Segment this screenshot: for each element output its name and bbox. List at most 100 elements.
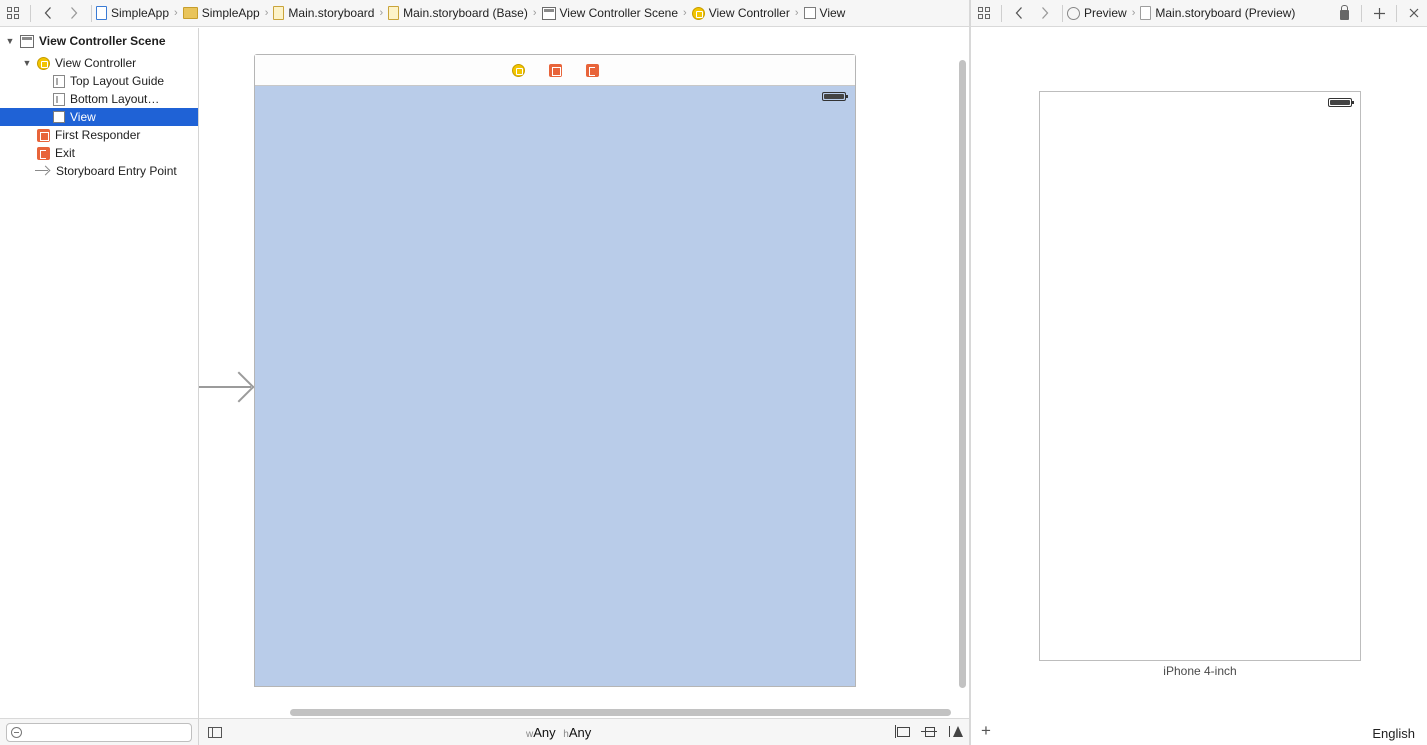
first-responder-icon[interactable] xyxy=(548,63,562,77)
assistant-jump-bar: Preview › Main.storyboard (Preview) xyxy=(971,0,1427,27)
editor-jump-bar: SimpleApp › SimpleApp › Main.storyboard … xyxy=(0,0,969,27)
back-button[interactable] xyxy=(1006,0,1032,26)
height-class: Any xyxy=(568,725,592,740)
grid-icon xyxy=(978,7,990,19)
first-responder-icon xyxy=(37,128,50,142)
crumb-preview-storyboard[interactable]: Main.storyboard (Preview) xyxy=(1140,6,1295,20)
outline-filter-bar xyxy=(0,718,199,745)
filter-icon xyxy=(11,727,22,738)
width-class: Any xyxy=(533,725,556,740)
storyboard-entry-arrow-icon[interactable] xyxy=(199,372,253,402)
entry-arrow-icon xyxy=(35,166,51,176)
related-items-button[interactable] xyxy=(0,0,26,26)
document-outline: ▼ View Controller Scene ▼ View Controlle… xyxy=(0,28,199,718)
storyboard-file-icon xyxy=(273,6,285,20)
crumb-label: Main.storyboard xyxy=(288,6,375,20)
view-icon xyxy=(53,111,65,123)
view-controller-icon[interactable] xyxy=(511,63,525,77)
outline-item-label: Top Layout Guide xyxy=(70,74,165,88)
pin-icon[interactable] xyxy=(921,724,938,739)
disclosure-triangle-icon[interactable]: ▼ xyxy=(22,58,32,68)
outline-item-label: View Controller xyxy=(55,56,137,70)
crumb-label: View Controller xyxy=(708,6,790,20)
add-device-button[interactable]: + xyxy=(981,722,991,739)
align-icon[interactable] xyxy=(894,724,911,739)
view-icon xyxy=(803,7,816,19)
device-preview[interactable] xyxy=(1039,91,1361,661)
outline-item-scene[interactable]: ▼ View Controller Scene xyxy=(0,32,198,50)
crumb-label: View xyxy=(819,6,846,20)
forward-button[interactable] xyxy=(1032,0,1058,26)
outline-item-first-responder[interactable]: First Responder xyxy=(0,126,198,144)
outline-filter-input[interactable] xyxy=(6,723,192,742)
divider xyxy=(1396,4,1397,22)
breadcrumb-separator-icon: › xyxy=(264,7,269,19)
crumb-project[interactable]: SimpleApp xyxy=(96,6,169,20)
divider xyxy=(1001,4,1002,22)
related-items-button[interactable] xyxy=(971,0,997,26)
preview-icon xyxy=(1067,6,1080,20)
outline-item-label: Bottom Layout… xyxy=(70,92,160,106)
forward-button[interactable] xyxy=(61,0,87,26)
disclosure-triangle-icon[interactable]: ▼ xyxy=(5,36,15,46)
add-assistant-button[interactable] xyxy=(1366,0,1392,26)
view-controller-icon xyxy=(37,56,50,70)
scene-icon xyxy=(20,34,34,48)
scene-icon xyxy=(541,6,556,20)
back-button[interactable] xyxy=(35,0,61,26)
outline-item-exit[interactable]: Exit xyxy=(0,144,198,162)
divider xyxy=(1361,4,1362,22)
crumb-label: Main.storyboard (Preview) xyxy=(1155,6,1296,20)
outline-item-view[interactable]: View xyxy=(0,108,198,126)
exit-icon xyxy=(37,146,50,160)
outline-item-label: View Controller Scene xyxy=(39,34,166,48)
crumb-view[interactable]: View xyxy=(803,6,846,20)
outline-item-bottom-layout-guide[interactable]: Bottom Layout… xyxy=(0,90,198,108)
breadcrumb-separator-icon: › xyxy=(683,7,687,19)
crumb-label: Preview xyxy=(1084,6,1127,20)
outline-item-top-layout-guide[interactable]: Top Layout Guide xyxy=(0,72,198,90)
view-controller-icon xyxy=(691,6,705,20)
outline-item-label: Exit xyxy=(55,146,76,160)
breadcrumb-separator-icon: › xyxy=(794,7,799,19)
storyboard-canvas[interactable] xyxy=(199,28,969,718)
close-icon xyxy=(1409,8,1419,18)
crumb-label: View Controller Scene xyxy=(559,6,679,20)
vertical-scrollbar[interactable] xyxy=(959,60,966,688)
crumb-preview[interactable]: Preview xyxy=(1067,6,1127,20)
resolve-issues-icon[interactable] xyxy=(948,724,965,739)
view-controller-scene[interactable] xyxy=(254,54,856,687)
lock-button[interactable] xyxy=(1331,0,1357,26)
language-selector[interactable]: English xyxy=(1372,726,1415,741)
device-label: iPhone 4-inch xyxy=(1163,664,1237,678)
crumb-storyboard-base[interactable]: Main.storyboard (Base) xyxy=(388,6,528,20)
project-icon xyxy=(96,6,107,20)
chevron-right-icon xyxy=(1042,7,1049,19)
chevron-left-icon xyxy=(44,7,51,19)
size-class-control[interactable]: wAny hAny xyxy=(526,725,591,740)
crumb-scene[interactable]: View Controller Scene xyxy=(541,6,679,20)
horizontal-scrollbar[interactable] xyxy=(290,709,951,716)
outline-item-entry-point[interactable]: Storyboard Entry Point xyxy=(0,162,198,180)
battery-icon xyxy=(822,92,848,101)
outline-item-view-controller[interactable]: ▼ View Controller xyxy=(0,54,198,72)
chevron-left-icon xyxy=(1015,7,1022,19)
outline-item-label: View xyxy=(70,110,96,124)
close-assistant-button[interactable] xyxy=(1401,0,1427,26)
chevron-right-icon xyxy=(71,7,78,19)
crumb-group[interactable]: SimpleApp xyxy=(182,6,260,20)
crumb-label: Main.storyboard (Base) xyxy=(403,6,528,20)
preview-bottom-bar: + English xyxy=(971,718,1427,745)
layout-guide-icon xyxy=(53,92,65,106)
crumb-storyboard[interactable]: Main.storyboard xyxy=(273,6,374,20)
crumb-view-controller[interactable]: View Controller xyxy=(691,6,790,20)
breadcrumb-separator-icon: › xyxy=(1131,7,1136,19)
selected-view[interactable] xyxy=(255,86,855,686)
divider xyxy=(1062,4,1063,22)
preview-pane: iPhone 4-inch xyxy=(971,28,1427,718)
canvas-bottom-bar: wAny hAny xyxy=(199,718,969,745)
breadcrumb-separator-icon: › xyxy=(379,7,384,19)
autolayout-buttons xyxy=(894,724,965,739)
outline-toggle-button[interactable] xyxy=(208,727,222,738)
exit-icon[interactable] xyxy=(585,63,599,77)
